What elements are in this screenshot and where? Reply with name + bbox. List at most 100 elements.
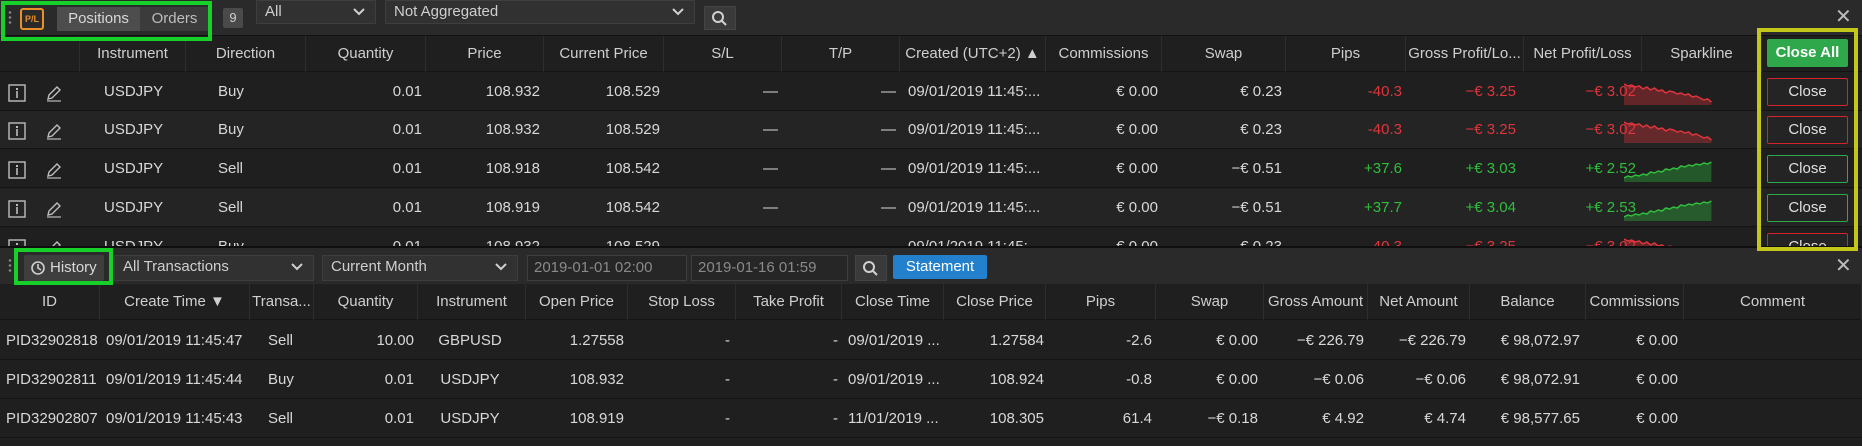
close-position-button[interactable]: Close	[1767, 116, 1848, 144]
info-icon[interactable]	[8, 161, 26, 179]
chevron-down-icon	[291, 263, 303, 271]
header-quantity[interactable]: Quantity	[314, 284, 418, 320]
position-row[interactable]: USDJPY Sell 0.01 108.919 108.542 — — 09/01/2019…	[0, 189, 1862, 227]
filter-select[interactable]: All	[256, 0, 376, 24]
cell-gross: € 4.92	[1322, 410, 1364, 427]
cell-tp: —	[784, 228, 896, 246]
aggregation-select[interactable]: Not Aggregated	[385, 0, 695, 24]
position-row[interactable]: USDJPY Sell 0.01 108.918 108.542 — — 09/01/2019…	[0, 150, 1862, 188]
close-position-button[interactable]: Close	[1767, 194, 1848, 222]
close-panel-icon[interactable]: ✕	[1835, 7, 1852, 27]
header-direction[interactable]: Direction	[186, 36, 306, 72]
cell-instrument: USDJPY	[440, 410, 500, 427]
info-icon[interactable]	[8, 239, 26, 246]
info-icon[interactable]	[8, 122, 26, 140]
close-position-button[interactable]: Close	[1767, 78, 1848, 106]
cell-tp: —	[881, 121, 896, 138]
header-commissions[interactable]: Commissions	[1046, 36, 1162, 72]
info-icon[interactable]	[8, 200, 26, 218]
header-instrument[interactable]: Instrument	[418, 284, 526, 320]
cell-current: 108.542	[605, 199, 660, 216]
history-button-label: History	[50, 259, 97, 276]
cell-quantity: 10.00	[376, 332, 414, 349]
tab-orders[interactable]: Orders	[140, 7, 209, 31]
pencil-icon[interactable]	[45, 122, 63, 140]
pencil-icon[interactable]	[45, 239, 63, 246]
header-pips[interactable]: Pips	[1046, 284, 1156, 320]
header-swap[interactable]: Swap	[1162, 36, 1286, 72]
header-swap[interactable]: Swap	[1156, 284, 1264, 320]
chevron-down-icon	[495, 263, 507, 271]
cell-comment	[1690, 360, 1850, 399]
header-id[interactable]: ID	[0, 284, 100, 320]
cell-price: 108.918	[485, 160, 540, 177]
drag-handle-icon[interactable]	[8, 258, 12, 274]
header-create-time[interactable]: Create Time ▼	[100, 284, 250, 320]
cell-instrument: USDJPY	[104, 121, 164, 138]
header-stop-loss[interactable]: Stop Loss	[628, 284, 736, 320]
pencil-icon[interactable]	[45, 161, 63, 179]
header-sparkline[interactable]: Sparkline	[1642, 36, 1762, 72]
cell-created: 09/01/2019 11:45:...	[908, 121, 1041, 138]
close-position-button[interactable]: Close	[1767, 155, 1848, 183]
header-gross-amount[interactable]: Gross Amount	[1264, 284, 1368, 320]
search-button[interactable]	[704, 6, 736, 30]
cell-close_time: 09/01/2019 ...	[848, 371, 940, 388]
close-all-button[interactable]: Close All	[1767, 39, 1848, 67]
header-gross-profit[interactable]: Gross Profit/Lo...	[1406, 36, 1524, 72]
cell-create: 09/01/2019 11:45:43	[106, 410, 243, 427]
history-row[interactable]: PID32902807 09/01/2019 11:45:43 Sell 0.01 US…	[0, 399, 1862, 438]
period-select[interactable]: Current Month	[322, 255, 518, 281]
cell-net: −€ 226.79	[1398, 332, 1466, 349]
history-button[interactable]: History	[24, 255, 104, 281]
header-commissions[interactable]: Commissions	[1586, 284, 1684, 320]
cell-created: 09/01/2019 11:45:...	[908, 228, 1044, 246]
statement-button[interactable]: Statement	[893, 255, 987, 279]
header-created[interactable]: Created (UTC+2) ▲	[900, 36, 1046, 72]
cell-commissions: € 0.00	[1116, 83, 1158, 100]
chevron-down-icon	[353, 8, 365, 16]
position-row[interactable]: USDJPY Buy 0.01 108.932 108.529 — — 09/01/2019 …	[0, 73, 1862, 111]
transactions-filter-select[interactable]: All Transactions	[114, 255, 314, 281]
header-net-amount[interactable]: Net Amount	[1368, 284, 1470, 320]
header-price[interactable]: Price	[426, 36, 544, 72]
cell-id: PID32902811	[6, 371, 97, 388]
position-row[interactable]: USDJPY Buy 0.01 108.932 108.529 — — 09/01/2019 …	[0, 228, 1862, 246]
header-transaction[interactable]: Transa...	[250, 284, 314, 320]
pencil-icon[interactable]	[45, 84, 63, 102]
pencil-icon[interactable]	[45, 200, 63, 218]
cell-created: 09/01/2019 11:45:...	[908, 160, 1041, 177]
cell-net: −€ 0.06	[1415, 371, 1466, 388]
header-quantity[interactable]: Quantity	[306, 36, 426, 72]
filter-select-value: All	[265, 3, 282, 20]
header-tp[interactable]: T/P	[782, 36, 900, 72]
position-row[interactable]: USDJPY Buy 0.01 108.932 108.529 — — 09/01/2019 …	[0, 111, 1862, 149]
header-sl[interactable]: S/L	[664, 36, 782, 72]
header-close-price[interactable]: Close Price	[944, 284, 1046, 320]
close-position-button[interactable]: Close	[1767, 233, 1848, 246]
history-row[interactable]: PID32902818 09/01/2019 11:45:47 Sell 10.00 G…	[0, 321, 1862, 360]
cell-net: −€ 3.02	[1585, 83, 1636, 100]
tab-positions[interactable]: Positions	[57, 7, 140, 31]
header-take-profit[interactable]: Take Profit	[736, 284, 842, 320]
header-net-profit[interactable]: Net Profit/Loss	[1524, 36, 1642, 72]
history-search-button[interactable]	[855, 255, 887, 281]
header-open-price[interactable]: Open Price	[526, 284, 628, 320]
header-close-time[interactable]: Close Time	[842, 284, 944, 320]
header-balance[interactable]: Balance	[1470, 284, 1586, 320]
cell-quantity: 0.01	[384, 371, 414, 388]
date-from-input[interactable]: 2019-01-01 02:00	[527, 255, 687, 281]
cell-instrument: USDJPY	[104, 199, 164, 216]
header-pips[interactable]: Pips	[1286, 36, 1406, 72]
close-history-icon[interactable]: ✕	[1835, 256, 1852, 276]
header-instrument[interactable]: Instrument	[80, 36, 186, 72]
history-row[interactable]: PID32902811 09/01/2019 11:45:44 Buy 0.01 USD…	[0, 360, 1862, 399]
sparkline-chart	[1624, 121, 1712, 143]
info-icon[interactable]	[8, 84, 26, 102]
date-to-input[interactable]: 2019-01-16 01:59	[691, 255, 848, 281]
cell-commissions: € 0.00	[1116, 121, 1158, 138]
cell-net: +€ 2.52	[1585, 160, 1636, 177]
drag-handle-icon[interactable]	[8, 10, 12, 26]
header-current-price[interactable]: Current Price	[544, 36, 664, 72]
header-comment[interactable]: Comment	[1684, 284, 1862, 320]
